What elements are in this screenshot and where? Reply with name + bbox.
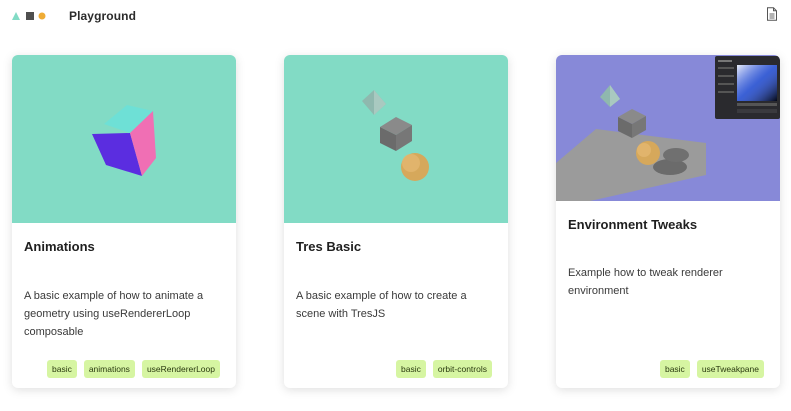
card-title: Tres Basic [296,239,362,254]
tag-list: basic animations useRendererLoop [46,360,220,378]
sphere-icon [636,141,660,165]
tag-orbit-controls[interactable]: orbit-controls [432,360,492,378]
logo-circle-icon [38,12,46,20]
logo-triangle-icon [12,12,20,20]
card-thumbnail [556,55,780,201]
card-animations[interactable]: Animations A basic example of how to ani… [12,55,236,388]
card-title: Environment Tweaks [568,217,698,232]
tag-usetweakpane[interactable]: useTweakpane [696,360,764,378]
logo-square-icon [26,12,34,20]
tag-list: basic useTweakpane [659,360,764,378]
tag-animations[interactable]: animations [83,360,135,378]
document-icon[interactable] [766,7,778,21]
card-environment-tweaks[interactable]: Environment Tweaks Example how to tweak … [556,55,780,388]
tag-userendererloop[interactable]: useRendererLoop [141,360,220,378]
card-tres-basic[interactable]: Tres Basic A basic example of how to cre… [284,55,508,388]
card-description: Example how to tweak renderer environmen… [568,267,723,297]
tag-basic[interactable]: basic [659,360,690,378]
logo[interactable] [12,11,46,21]
app-title: Playground [69,9,137,23]
sphere-icon [401,153,429,181]
tag-basic[interactable]: basic [46,360,77,378]
tweakpane-panel-icon [715,56,780,119]
card-description: A basic example of how to animate a geom… [24,290,204,338]
card-description: A basic example of how to create a scene… [296,290,467,320]
card-title: Animations [24,239,95,254]
tag-list: basic orbit-controls [396,360,492,378]
card-thumbnail [12,55,236,223]
top-bar: Playground [0,0,791,34]
tag-basic[interactable]: basic [396,360,426,378]
card-thumbnail [284,55,508,223]
